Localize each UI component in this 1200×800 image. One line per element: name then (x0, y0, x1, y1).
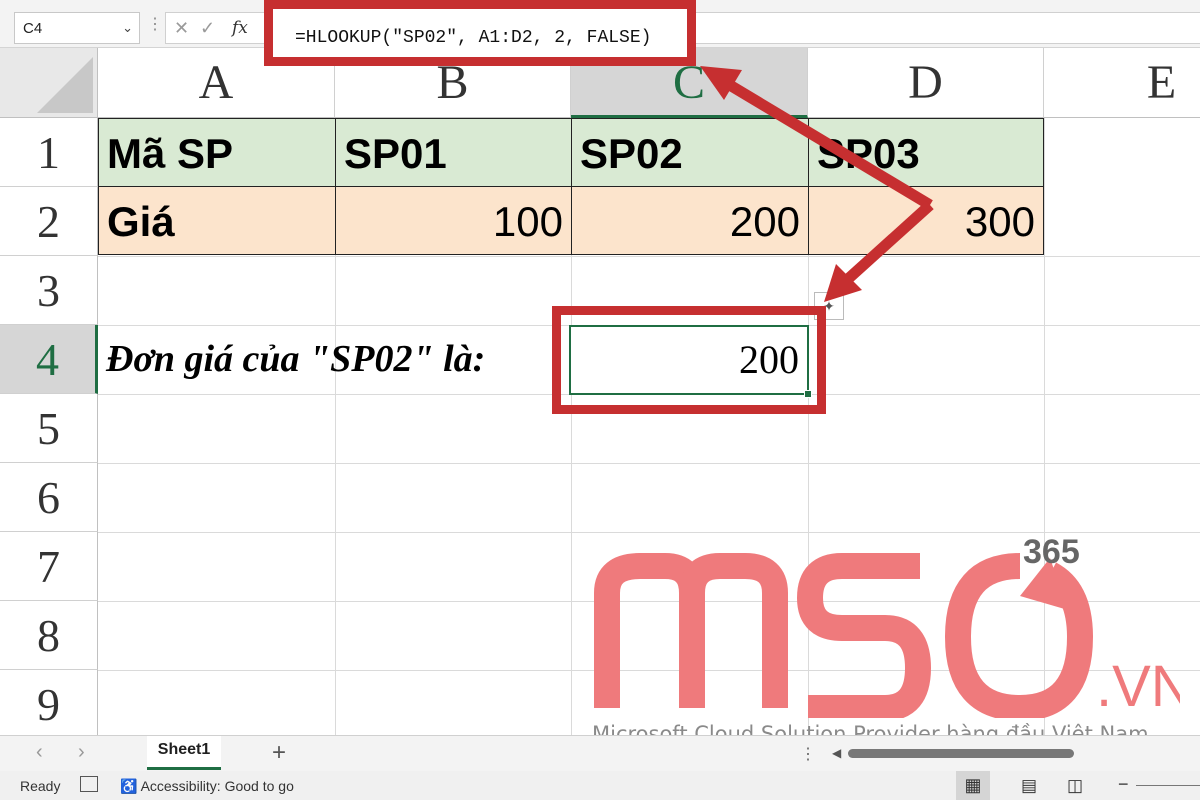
page-break-view-icon[interactable]: ◫ (1060, 771, 1090, 800)
gridline (1044, 118, 1045, 735)
mso-logo: 365 .VN (594, 533, 1193, 722)
chevron-down-icon[interactable]: ⌄ (122, 20, 133, 36)
status-ready: Ready (20, 778, 61, 794)
cell-c2[interactable]: 200 (571, 186, 809, 255)
cell-d1[interactable]: SP03 (808, 118, 1044, 187)
select-all-button[interactable] (0, 48, 98, 118)
gridline (98, 532, 1200, 533)
row-header-9[interactable]: 9 (0, 670, 98, 735)
accessibility-status[interactable]: ♿ Accessibility: Good to go (120, 778, 294, 795)
watermark-tagline: Microsoft Cloud Solution Provider hàng đ… (592, 722, 1149, 735)
scrollbar-thumb[interactable] (848, 749, 1074, 758)
spreadsheet-grid: A B C D E 1 2 3 4 5 6 7 8 9 Mã SP SP01 S… (0, 48, 1200, 735)
column-header-e[interactable]: E (1044, 48, 1200, 118)
cell-c1[interactable]: SP02 (571, 118, 809, 187)
row-header-8[interactable]: 8 (0, 601, 98, 670)
accessibility-icon: ♿ (120, 778, 138, 794)
scroll-left-icon[interactable]: ◀ (832, 746, 841, 760)
logo-vn: .VN (1096, 654, 1180, 718)
logo-letter-m-right (679, 553, 788, 708)
sheet-tab-sheet1[interactable]: Sheet1 (147, 736, 221, 770)
more-options-icon[interactable]: ⋮ (147, 14, 163, 34)
logo-365: 365 (1023, 533, 1080, 571)
formula-actions: ✕ ✓ fx (165, 12, 265, 44)
row-header-5[interactable]: 5 (0, 394, 98, 463)
normal-view-icon[interactable]: ▦ (956, 771, 990, 800)
row-header-7[interactable]: 7 (0, 532, 98, 601)
cell-d2[interactable]: 300 (808, 186, 1044, 255)
watermark: 365 .VN Microsoft Cloud Solution Provide… (580, 518, 1193, 735)
zoom-out-button[interactable]: − (1118, 774, 1129, 795)
formula-highlight-box: =HLOOKUP("SP02", A1:D2, 2, FALSE) (264, 0, 696, 66)
gridline (98, 601, 1200, 602)
accessibility-label: Accessibility: Good to go (140, 778, 294, 794)
macro-recording-icon[interactable] (80, 776, 98, 792)
formula-input-extension[interactable] (696, 12, 1200, 44)
insert-function-icon[interactable]: fx (232, 18, 248, 38)
row-header-4[interactable]: 4 (0, 325, 98, 394)
status-bar: Ready ♿ Accessibility: Good to go ▦ ▤ ◫ … (0, 771, 1200, 800)
cell-a1[interactable]: Mã SP (98, 118, 336, 187)
horizontal-scrollbar[interactable]: ◀ (832, 746, 1200, 760)
cell-a4[interactable]: Đơn giá của "SP02" là: (98, 325, 568, 394)
enter-icon[interactable]: ✓ (200, 18, 215, 39)
cancel-icon[interactable]: ✕ (174, 18, 189, 39)
page-layout-view-icon[interactable]: ▤ (1014, 771, 1044, 800)
result-highlight-box (552, 306, 826, 414)
zoom-slider[interactable] (1136, 785, 1200, 786)
gridline (98, 256, 1200, 257)
logo-letter-m-left (594, 553, 705, 708)
row-header-6[interactable]: 6 (0, 463, 98, 532)
tab-split-icon[interactable]: ⋮ (800, 744, 816, 764)
add-sheet-button[interactable]: + (272, 739, 286, 767)
gridline (98, 670, 1200, 671)
prev-sheet-icon[interactable]: ‹ (36, 741, 43, 764)
row-header-2[interactable]: 2 (0, 187, 98, 256)
sheet-tab-bar: ‹ › Sheet1 + ⋮ ◀ (0, 735, 1200, 771)
row-header-3[interactable]: 3 (0, 256, 98, 325)
logo-letter-s (796, 553, 932, 721)
next-sheet-icon[interactable]: › (78, 741, 85, 764)
name-box-value: C4 (23, 20, 43, 37)
row-header-1[interactable]: 1 (0, 118, 98, 187)
logo-letter-o (944, 553, 1094, 722)
cell-b2[interactable]: 100 (335, 186, 572, 255)
gridline (98, 463, 1200, 464)
formula-input[interactable]: =HLOOKUP("SP02", A1:D2, 2, FALSE) (295, 28, 651, 48)
name-box[interactable]: C4 ⌄ (14, 12, 140, 44)
column-header-d[interactable]: D (808, 48, 1044, 118)
cell-b1[interactable]: SP01 (335, 118, 572, 187)
cell-a2[interactable]: Giá (98, 186, 336, 255)
